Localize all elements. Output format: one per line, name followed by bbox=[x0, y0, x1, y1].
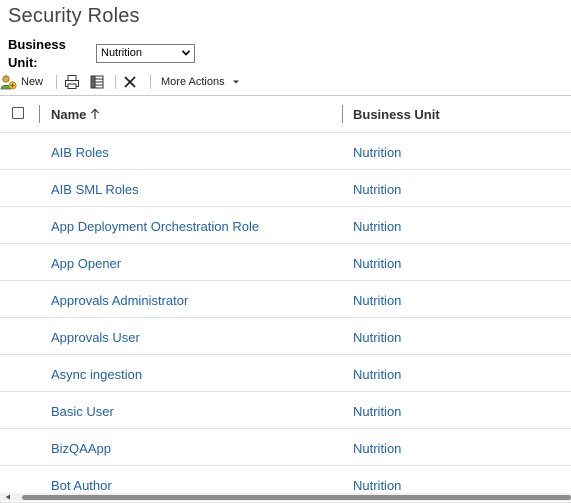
role-name-link[interactable]: Async ingestion bbox=[51, 367, 142, 382]
business-unit-link[interactable]: Nutrition bbox=[353, 404, 401, 419]
toolbar-divider bbox=[150, 75, 151, 89]
more-actions-label: More Actions bbox=[161, 76, 225, 88]
role-name-link[interactable]: Approvals User bbox=[51, 330, 140, 345]
toolbar: New More Actions bbox=[0, 72, 571, 92]
toolbar-divider bbox=[56, 75, 57, 89]
new-button[interactable]: New bbox=[0, 72, 43, 92]
role-name-link[interactable]: Bot Author bbox=[51, 478, 112, 493]
more-actions-button[interactable]: More Actions bbox=[161, 72, 240, 92]
print-icon bbox=[65, 75, 79, 89]
business-unit-label: Business Unit: bbox=[8, 36, 88, 72]
table-row[interactable]: BizQAApp Nutrition bbox=[0, 429, 571, 466]
business-unit-link[interactable]: Nutrition bbox=[353, 145, 401, 160]
role-name-link[interactable]: AIB SML Roles bbox=[51, 182, 139, 197]
sort-ascending-icon bbox=[91, 108, 100, 119]
table-row[interactable]: Async ingestion Nutrition bbox=[0, 355, 571, 392]
business-unit-label-line1: Business bbox=[8, 37, 66, 52]
column-divider[interactable] bbox=[342, 105, 343, 123]
grid-rows: AIB Roles Nutrition AIB SML Roles Nutrition… bbox=[0, 133, 571, 503]
table-row[interactable]: Approvals Administrator Nutrition bbox=[0, 281, 571, 318]
chevron-down-icon bbox=[182, 50, 190, 56]
table-row[interactable]: Basic User Nutrition bbox=[0, 392, 571, 429]
role-name-link[interactable]: AIB Roles bbox=[51, 145, 109, 160]
business-unit-link[interactable]: Nutrition bbox=[353, 219, 401, 234]
print-button[interactable] bbox=[64, 72, 80, 92]
business-unit-link[interactable]: Nutrition bbox=[353, 441, 401, 456]
table-row[interactable]: AIB SML Roles Nutrition bbox=[0, 170, 571, 207]
table-row[interactable]: App Opener Nutrition bbox=[0, 244, 571, 281]
export-icon bbox=[90, 75, 104, 89]
scroll-left-icon[interactable] bbox=[4, 494, 12, 500]
role-name-link[interactable]: Basic User bbox=[51, 404, 114, 419]
new-role-icon bbox=[0, 74, 17, 89]
chevron-down-icon bbox=[232, 80, 239, 84]
column-divider[interactable] bbox=[39, 105, 40, 123]
role-name-link[interactable]: BizQAApp bbox=[51, 441, 111, 456]
new-button-label: New bbox=[21, 76, 44, 88]
business-unit-link[interactable]: Nutrition bbox=[353, 182, 401, 197]
scrollbar-thumb[interactable] bbox=[22, 495, 571, 500]
page-title: Security Roles bbox=[8, 5, 140, 27]
toolbar-divider bbox=[115, 75, 116, 89]
horizontal-scrollbar[interactable] bbox=[0, 493, 571, 501]
column-header-name[interactable]: Name bbox=[51, 107, 100, 122]
business-unit-link[interactable]: Nutrition bbox=[353, 293, 401, 308]
business-unit-link[interactable]: Nutrition bbox=[353, 478, 401, 493]
delete-button[interactable] bbox=[123, 72, 137, 92]
business-unit-selected: Nutrition bbox=[101, 47, 142, 59]
select-all-checkbox[interactable] bbox=[12, 107, 24, 119]
export-button[interactable] bbox=[89, 72, 105, 92]
business-unit-select[interactable]: Nutrition bbox=[96, 44, 195, 63]
role-name-link[interactable]: Approvals Administrator bbox=[51, 293, 188, 308]
table-row[interactable]: Approvals User Nutrition bbox=[0, 318, 571, 355]
role-name-link[interactable]: App Deployment Orchestration Role bbox=[51, 219, 259, 234]
role-name-link[interactable]: App Opener bbox=[51, 256, 121, 271]
column-header-business-unit[interactable]: Business Unit bbox=[353, 107, 440, 122]
business-unit-link[interactable]: Nutrition bbox=[353, 367, 401, 382]
business-unit-link[interactable]: Nutrition bbox=[353, 330, 401, 345]
table-row[interactable]: App Deployment Orchestration Role Nutriti… bbox=[0, 207, 571, 244]
business-unit-link[interactable]: Nutrition bbox=[353, 256, 401, 271]
delete-icon bbox=[124, 76, 136, 88]
table-row[interactable]: AIB Roles Nutrition bbox=[0, 133, 571, 170]
business-unit-label-line2: Unit: bbox=[8, 55, 38, 70]
grid-header: Name Business Unit bbox=[0, 95, 571, 133]
column-header-name-label: Name bbox=[51, 107, 87, 122]
